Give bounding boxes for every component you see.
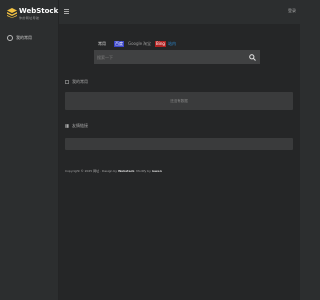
logo-name: WebStock: [19, 7, 59, 15]
main-content: 登录 常用 百度 Google 淘宝 Bing 站内 我的常用 还没有数据 友情…: [59, 0, 300, 300]
search-input[interactable]: [94, 50, 245, 64]
footer-author-link[interactable]: iowen: [152, 169, 162, 173]
logo-tagline: 你的网址导航: [19, 16, 40, 20]
tab-taobao[interactable]: 淘宝: [143, 41, 151, 47]
favorites-panel: 还没有数据: [65, 92, 293, 110]
book-icon: [65, 124, 69, 128]
tab-google[interactable]: Google: [128, 41, 142, 47]
footer-text-mid: . Modify by: [134, 169, 152, 173]
friend-links-panel: [65, 138, 293, 150]
logo[interactable]: WebStock 你的网址导航: [7, 6, 59, 22]
tab-bing[interactable]: Bing: [155, 41, 166, 47]
search-icon[interactable]: [249, 54, 256, 61]
footer-text: Copyright © 2025 网址 · Design by: [65, 169, 118, 173]
search-box: [94, 50, 260, 64]
top-bar: 登录: [59, 0, 300, 24]
empty-state-text: 还没有数据: [170, 99, 188, 103]
login-link[interactable]: 登录: [288, 8, 296, 14]
logo-icon: [7, 8, 17, 18]
sidebar: WebStock 你的网址导航 我的常用: [0, 0, 59, 300]
menu-icon[interactable]: [64, 9, 69, 14]
footer: Copyright © 2025 网址 · Design by Webstack…: [65, 169, 162, 174]
footer-brand-link[interactable]: Webstack: [118, 169, 134, 173]
tab-baidu[interactable]: 百度: [114, 41, 124, 47]
tab-common[interactable]: 常用: [98, 41, 106, 47]
tab-site[interactable]: 站内: [168, 41, 176, 47]
circle-icon: [7, 35, 13, 41]
sidebar-item-favorites[interactable]: 我的常用: [7, 34, 55, 42]
sidebar-item-label: 我的常用: [16, 35, 32, 40]
star-outline-icon: [65, 80, 69, 84]
